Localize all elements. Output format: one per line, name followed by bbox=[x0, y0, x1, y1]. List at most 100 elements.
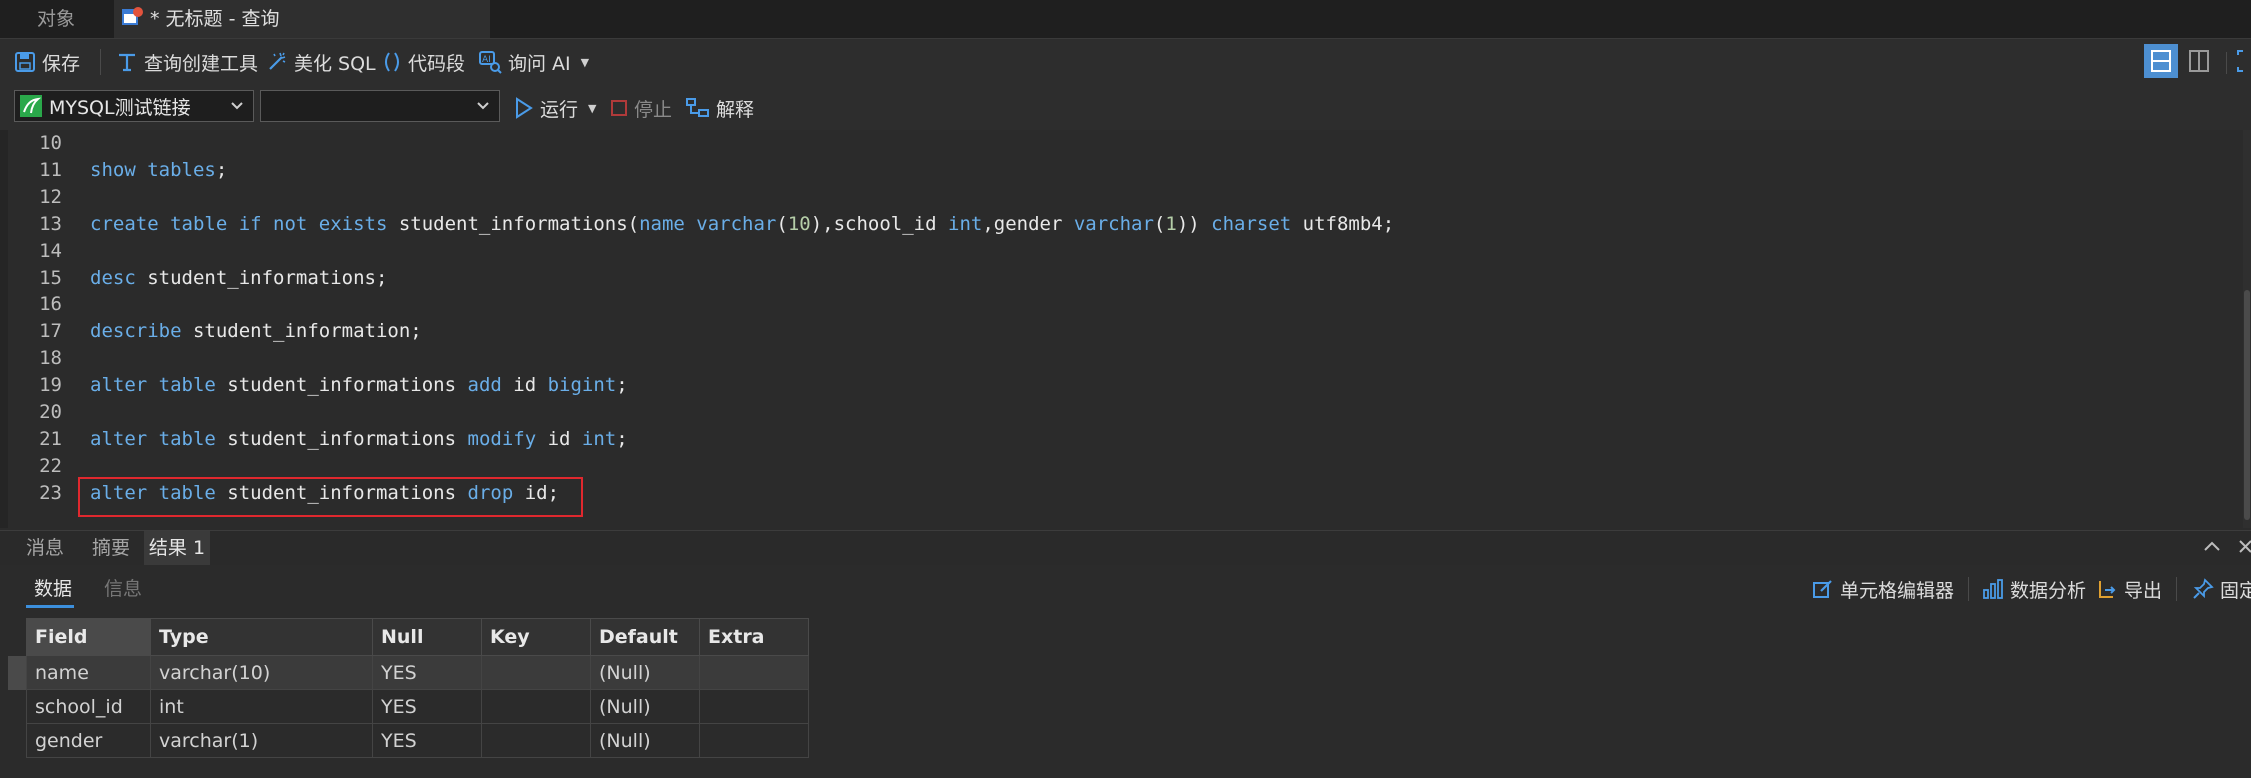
grid-header-row: Field Type Null Key Default Extra bbox=[26, 618, 809, 656]
table-cell[interactable] bbox=[481, 655, 591, 690]
tab-summary[interactable]: 摘要 bbox=[80, 531, 142, 565]
query-toolbar: MYSQL测试链接 运行 ▼ 停止 解释 bbox=[0, 85, 2251, 131]
column-header-default[interactable]: Default bbox=[590, 618, 700, 656]
table-cell[interactable]: varchar(10) bbox=[150, 655, 373, 690]
column-header-key[interactable]: Key bbox=[481, 618, 591, 656]
table-cell[interactable]: YES bbox=[372, 689, 482, 724]
mysql-connection-icon bbox=[20, 95, 42, 117]
chevron-down-icon[interactable]: ▼ bbox=[588, 102, 596, 115]
table-row[interactable]: name varchar(10) YES (Null) bbox=[26, 655, 809, 690]
table-cell[interactable] bbox=[481, 723, 591, 758]
explain-button[interactable]: 解释 bbox=[686, 85, 754, 131]
tab-query-label: * 无标题 - 查询 bbox=[150, 8, 280, 30]
code-line[interactable]: describe student_information; bbox=[90, 320, 422, 342]
parentheses-icon bbox=[385, 52, 399, 72]
line-number: 11 bbox=[39, 158, 62, 181]
tab-info[interactable]: 信息 bbox=[104, 565, 142, 613]
table-cell[interactable] bbox=[699, 655, 809, 690]
expand-icon bbox=[2237, 50, 2243, 72]
query-builder-button[interactable]: 查询创建工具 bbox=[116, 39, 258, 85]
collapse-panel-button[interactable] bbox=[2202, 537, 2222, 561]
code-snippet-button[interactable]: 代码段 bbox=[382, 39, 465, 85]
table-cell[interactable]: varchar(1) bbox=[150, 723, 373, 758]
sql-editor[interactable]: 10 11 12 13 14 15 16 17 18 19 20 21 22 23 show tables… bbox=[8, 130, 2243, 528]
ask-ai-button[interactable]: AI 询问 AI ▼ bbox=[478, 39, 589, 85]
row-selector-marker[interactable] bbox=[8, 656, 26, 690]
line-number-gutter: 10 11 12 13 14 15 16 17 18 19 20 21 22 23 bbox=[8, 130, 70, 528]
run-button[interactable]: 运行 ▼ bbox=[514, 85, 596, 131]
chevron-down-icon[interactable]: ▼ bbox=[581, 56, 589, 69]
layout-vertical-button[interactable] bbox=[2182, 44, 2216, 78]
table-cell[interactable]: school_id bbox=[26, 689, 151, 724]
column-header-extra[interactable]: Extra bbox=[699, 618, 809, 656]
line-number: 13 bbox=[39, 212, 62, 235]
data-analysis-label: 数据分析 bbox=[2010, 579, 2087, 602]
save-icon bbox=[15, 52, 35, 72]
line-number: 10 bbox=[39, 132, 62, 154]
tab-objects[interactable]: 对象 bbox=[0, 0, 112, 38]
table-row[interactable]: school_id int YES (Null) bbox=[26, 689, 809, 724]
column-header-type[interactable]: Type bbox=[150, 618, 373, 656]
bar-chart-icon bbox=[1983, 579, 2003, 599]
data-analysis-button[interactable]: 数据分析 bbox=[1982, 565, 2086, 613]
code-line[interactable]: create table if not exists student_infor… bbox=[90, 213, 1394, 235]
layout-horizontal-button[interactable] bbox=[2144, 44, 2178, 78]
toolbar-divider bbox=[2176, 577, 2177, 601]
table-cell[interactable] bbox=[699, 723, 809, 758]
split-vertical-icon bbox=[2189, 50, 2209, 72]
save-button[interactable]: 保存 bbox=[14, 39, 80, 85]
close-panel-button[interactable] bbox=[2238, 537, 2251, 561]
line-number: 15 bbox=[39, 266, 62, 289]
query-table-icon bbox=[122, 1, 144, 39]
table-cell[interactable]: name bbox=[26, 655, 151, 690]
toolbar-divider bbox=[100, 49, 101, 75]
code-line[interactable]: desc student_informations; bbox=[90, 267, 387, 289]
table-cell[interactable] bbox=[481, 689, 591, 724]
beautify-sql-button[interactable]: 美化 SQL bbox=[266, 39, 376, 85]
pin-button[interactable]: 固定 bbox=[2192, 565, 2251, 613]
explain-label: 解释 bbox=[716, 98, 755, 121]
table-cell[interactable]: (Null) bbox=[590, 689, 700, 724]
stop-button[interactable]: 停止 bbox=[610, 85, 672, 131]
line-number: 22 bbox=[39, 454, 62, 477]
column-header-field[interactable]: Field bbox=[26, 618, 151, 656]
table-cell[interactable] bbox=[699, 689, 809, 724]
fullscreen-button[interactable] bbox=[2234, 47, 2251, 75]
beautify-sql-label: 美化 SQL bbox=[294, 52, 376, 75]
line-number: 14 bbox=[39, 239, 62, 262]
stop-icon bbox=[611, 100, 627, 116]
save-label: 保存 bbox=[42, 52, 81, 75]
code-line[interactable]: alter table student_informations modify … bbox=[90, 428, 628, 450]
line-number: 19 bbox=[39, 374, 62, 397]
chevron-down-icon bbox=[231, 102, 243, 110]
column-header-null[interactable]: Null bbox=[372, 618, 482, 656]
table-cell[interactable]: YES bbox=[372, 723, 482, 758]
table-cell[interactable]: (Null) bbox=[590, 655, 700, 690]
tab-query[interactable]: * 无标题 - 查询 bbox=[114, 0, 490, 38]
code-line[interactable]: show tables; bbox=[90, 159, 227, 181]
table-cell[interactable]: int bbox=[150, 689, 373, 724]
cell-editor-button[interactable]: 单元格编辑器 bbox=[1812, 565, 1954, 613]
code-line[interactable]: alter table student_informations add id … bbox=[90, 374, 628, 396]
svg-text:AI: AI bbox=[482, 55, 491, 65]
play-icon bbox=[516, 97, 533, 119]
database-select[interactable] bbox=[260, 90, 500, 122]
editor-scrollbar-thumb[interactable] bbox=[2244, 290, 2250, 520]
result-grid[interactable]: Field Type Null Key Default Extra name v… bbox=[26, 618, 809, 758]
table-cell[interactable]: gender bbox=[26, 723, 151, 758]
highlight-box bbox=[78, 477, 583, 517]
run-label: 运行 bbox=[540, 98, 579, 121]
line-number: 17 bbox=[39, 320, 62, 343]
export-button[interactable]: 导出 bbox=[2096, 565, 2162, 613]
line-number: 20 bbox=[39, 401, 62, 423]
table-cell[interactable]: (Null) bbox=[590, 723, 700, 758]
connection-select[interactable]: MYSQL测试链接 bbox=[14, 90, 254, 122]
table-row[interactable]: gender varchar(1) YES (Null) bbox=[26, 723, 809, 758]
table-cell[interactable]: YES bbox=[372, 655, 482, 690]
query-builder-icon bbox=[119, 53, 135, 72]
edit-icon bbox=[1813, 580, 1832, 598]
tab-result-1[interactable]: 结果 1 bbox=[144, 531, 210, 565]
tab-messages[interactable]: 消息 bbox=[14, 531, 76, 565]
result-toolbar: 数据 信息 单元格编辑器 数据分析 导出 固定 bbox=[0, 565, 2251, 613]
result-tab-bar: 消息 摘要 结果 1 bbox=[0, 530, 2251, 565]
